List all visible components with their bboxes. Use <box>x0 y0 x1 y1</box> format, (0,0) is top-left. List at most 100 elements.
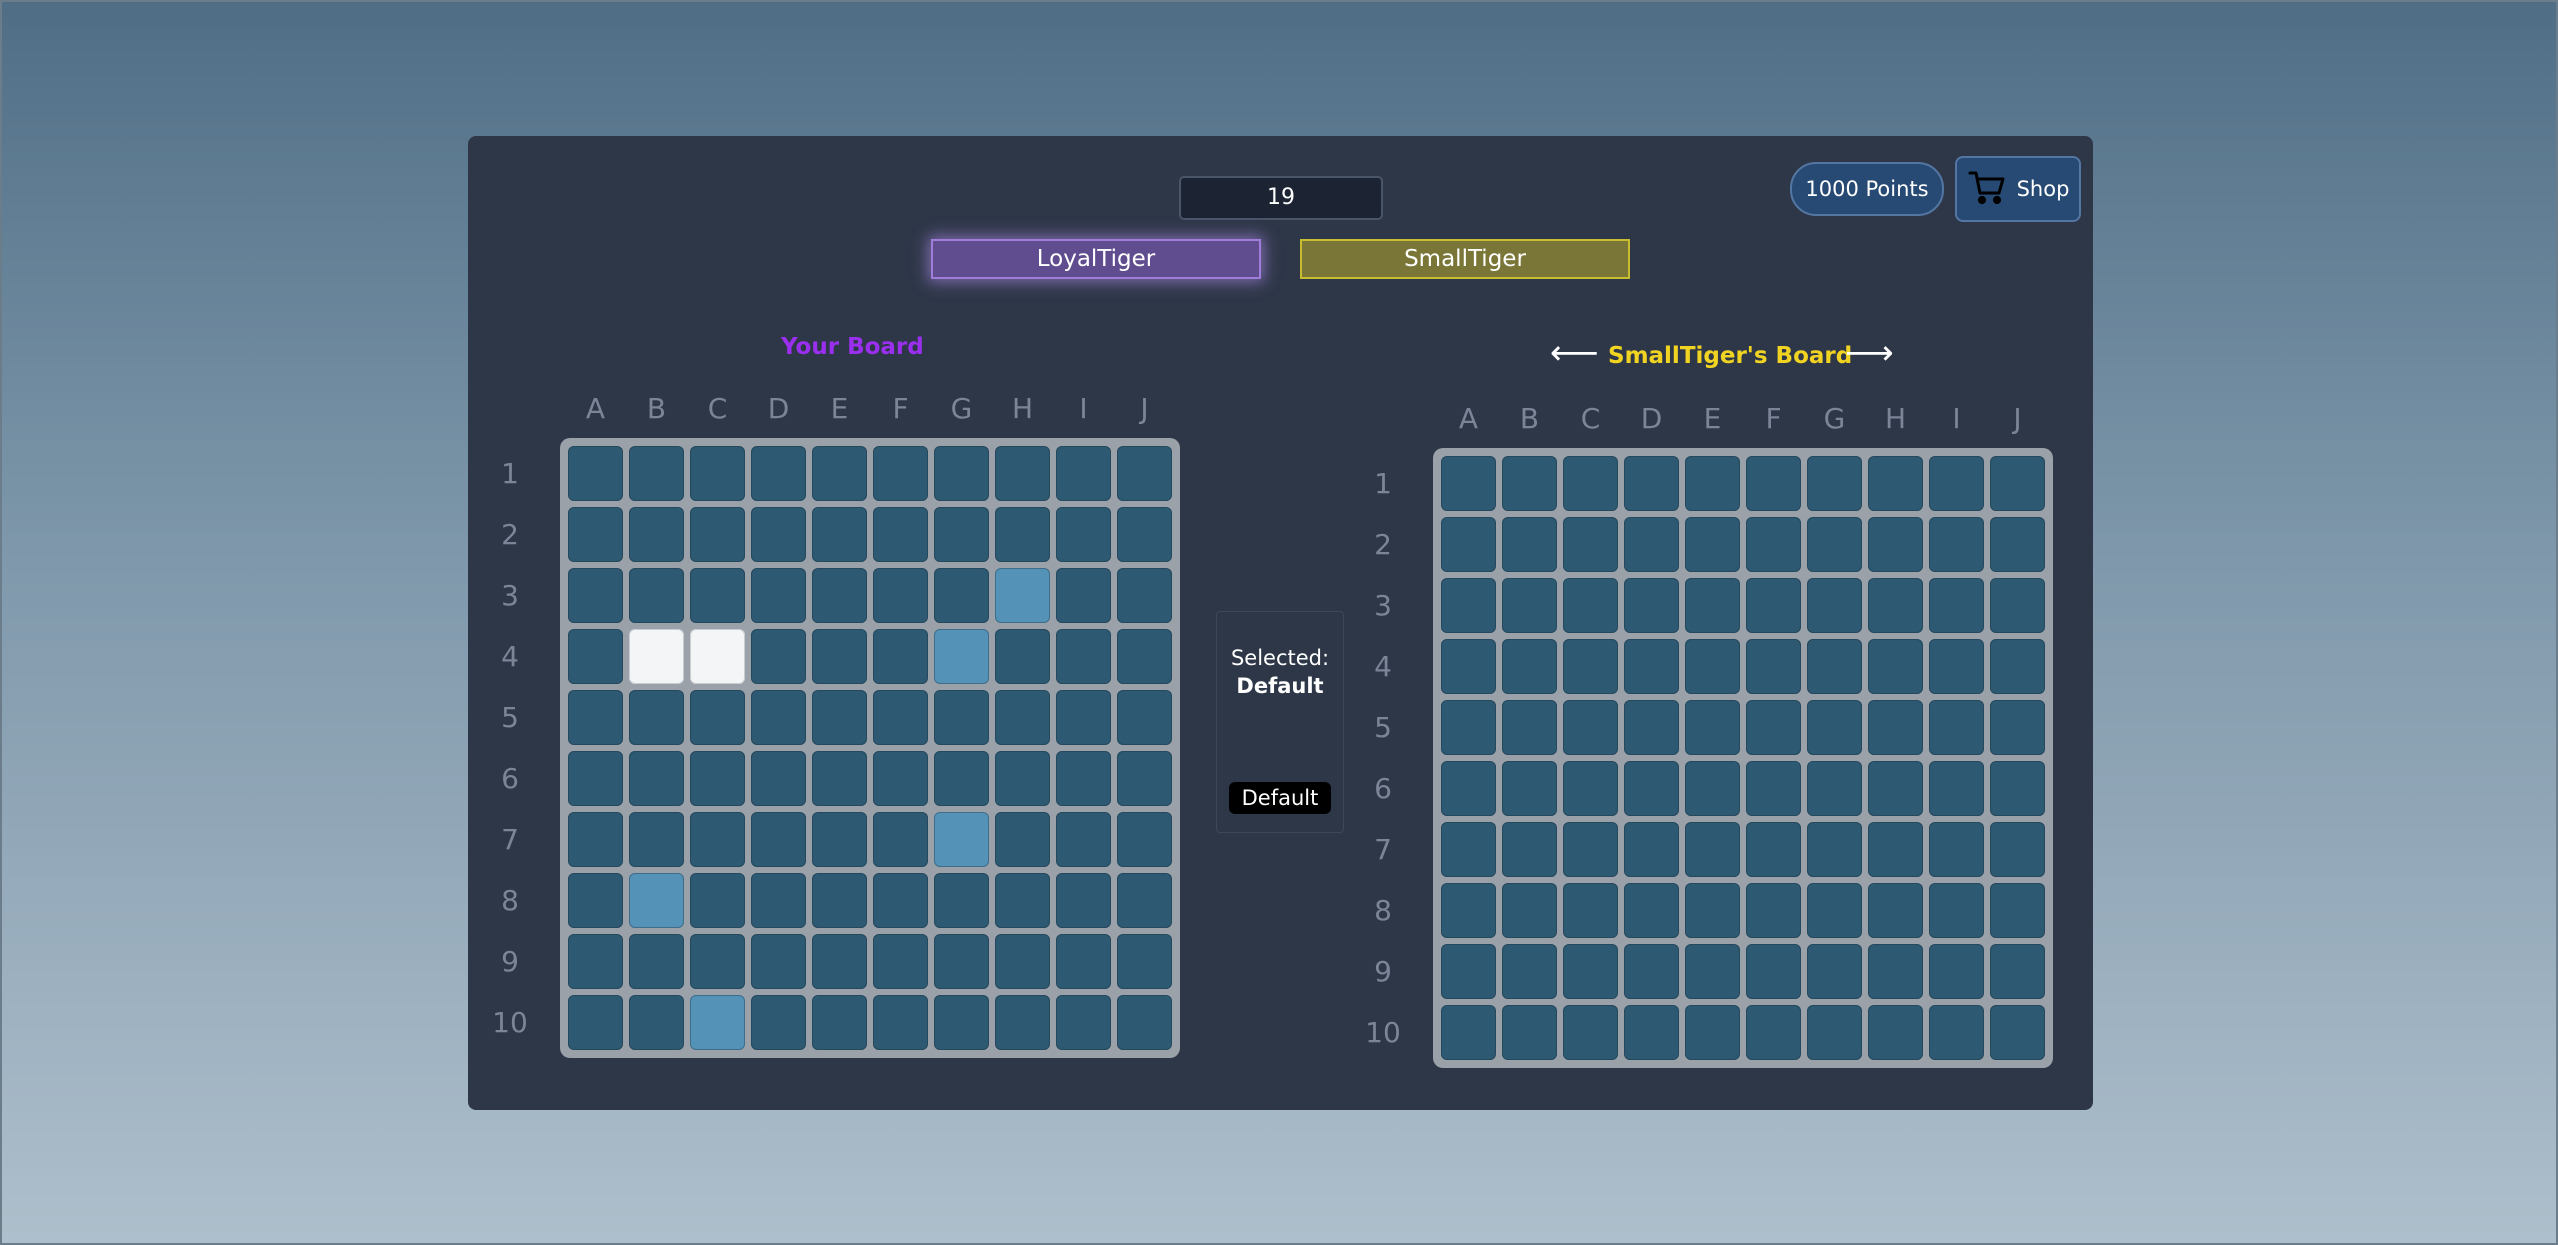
opponent-board-cell-i7[interactable] <box>1929 822 1984 877</box>
opponent-board-cell-g9[interactable] <box>1807 944 1862 999</box>
opponent-board-cell-a7[interactable] <box>1441 822 1496 877</box>
opponent-board-cell-i10[interactable] <box>1929 1005 1984 1060</box>
opponent-board-cell-j4[interactable] <box>1990 639 2045 694</box>
opponent-board-cell-a3[interactable] <box>1441 578 1496 633</box>
opponent-board-cell-j3[interactable] <box>1990 578 2045 633</box>
opponent-board-cell-j7[interactable] <box>1990 822 2045 877</box>
opponent-board-cell-f2[interactable] <box>1746 517 1801 572</box>
opponent-board-cell-h3[interactable] <box>1868 578 1923 633</box>
opponent-board-cell-i2[interactable] <box>1929 517 1984 572</box>
opponent-board-cell-g1[interactable] <box>1807 456 1862 511</box>
opponent-board-cell-a2[interactable] <box>1441 517 1496 572</box>
opponent-board-cell-f4[interactable] <box>1746 639 1801 694</box>
player-tab-opponent[interactable]: SmallTiger <box>1300 239 1630 279</box>
opponent-board-cell-d5[interactable] <box>1624 700 1679 755</box>
opponent-board-cell-e9[interactable] <box>1685 944 1740 999</box>
arrow-right-icon[interactable]: ⟶ <box>1845 336 1894 370</box>
opponent-board-cell-j1[interactable] <box>1990 456 2045 511</box>
opponent-board-cell-i5[interactable] <box>1929 700 1984 755</box>
opponent-board-cell-j6[interactable] <box>1990 761 2045 816</box>
opponent-board-cell-h7[interactable] <box>1868 822 1923 877</box>
opponent-board-cell-a5[interactable] <box>1441 700 1496 755</box>
opponent-board-cell-b5[interactable] <box>1502 700 1557 755</box>
opponent-board-cell-a8[interactable] <box>1441 883 1496 938</box>
opponent-board-cell-h5[interactable] <box>1868 700 1923 755</box>
opponent-board-cell-d9[interactable] <box>1624 944 1679 999</box>
opponent-board-cell-h10[interactable] <box>1868 1005 1923 1060</box>
opponent-board-cell-g4[interactable] <box>1807 639 1862 694</box>
opponent-board-cell-j10[interactable] <box>1990 1005 2045 1060</box>
opponent-board-cell-i9[interactable] <box>1929 944 1984 999</box>
opponent-board-cell-f10[interactable] <box>1746 1005 1801 1060</box>
opponent-board-cell-j8[interactable] <box>1990 883 2045 938</box>
opponent-board-cell-e8[interactable] <box>1685 883 1740 938</box>
opponent-board-cell-f1[interactable] <box>1746 456 1801 511</box>
opponent-board-cell-d4[interactable] <box>1624 639 1679 694</box>
opponent-board-cell-h4[interactable] <box>1868 639 1923 694</box>
opponent-board-cell-c6[interactable] <box>1563 761 1618 816</box>
opponent-board-cell-j5[interactable] <box>1990 700 2045 755</box>
opponent-board-cell-g6[interactable] <box>1807 761 1862 816</box>
opponent-board-cell-c9[interactable] <box>1563 944 1618 999</box>
opponent-board-cell-c8[interactable] <box>1563 883 1618 938</box>
opponent-board-cell-e7[interactable] <box>1685 822 1740 877</box>
opponent-board-cell-c2[interactable] <box>1563 517 1618 572</box>
opponent-board-cell-f3[interactable] <box>1746 578 1801 633</box>
opponent-board-cell-j2[interactable] <box>1990 517 2045 572</box>
arrow-left-icon[interactable]: ⟵ <box>1550 336 1599 370</box>
opponent-board-cell-i3[interactable] <box>1929 578 1984 633</box>
opponent-board-cell-c1[interactable] <box>1563 456 1618 511</box>
opponent-board-cell-h9[interactable] <box>1868 944 1923 999</box>
opponent-board-cell-i4[interactable] <box>1929 639 1984 694</box>
opponent-board-cell-d1[interactable] <box>1624 456 1679 511</box>
opponent-board-cell-b7[interactable] <box>1502 822 1557 877</box>
player-tab-self[interactable]: LoyalTiger <box>931 239 1261 279</box>
opponent-board-cell-g10[interactable] <box>1807 1005 1862 1060</box>
default-skin-button[interactable]: Default <box>1229 782 1331 814</box>
opponent-board-cell-f9[interactable] <box>1746 944 1801 999</box>
opponent-board-cell-f7[interactable] <box>1746 822 1801 877</box>
opponent-board-cell-d7[interactable] <box>1624 822 1679 877</box>
opponent-board-cell-h8[interactable] <box>1868 883 1923 938</box>
opponent-board-cell-g7[interactable] <box>1807 822 1862 877</box>
opponent-board-cell-c7[interactable] <box>1563 822 1618 877</box>
opponent-board-cell-e5[interactable] <box>1685 700 1740 755</box>
opponent-board-cell-i1[interactable] <box>1929 456 1984 511</box>
opponent-board-cell-d10[interactable] <box>1624 1005 1679 1060</box>
opponent-board-cell-g5[interactable] <box>1807 700 1862 755</box>
opponent-board-cell-b10[interactable] <box>1502 1005 1557 1060</box>
shop-button[interactable]: Shop <box>1955 156 2081 222</box>
opponent-board-cell-e3[interactable] <box>1685 578 1740 633</box>
opponent-board-cell-d6[interactable] <box>1624 761 1679 816</box>
opponent-board-cell-g8[interactable] <box>1807 883 1862 938</box>
opponent-board-cell-c4[interactable] <box>1563 639 1618 694</box>
opponent-board-cell-e4[interactable] <box>1685 639 1740 694</box>
opponent-board-cell-d2[interactable] <box>1624 517 1679 572</box>
opponent-board-cell-i6[interactable] <box>1929 761 1984 816</box>
opponent-board-cell-b9[interactable] <box>1502 944 1557 999</box>
opponent-board-cell-f6[interactable] <box>1746 761 1801 816</box>
opponent-board-cell-d8[interactable] <box>1624 883 1679 938</box>
opponent-board-cell-h2[interactable] <box>1868 517 1923 572</box>
opponent-board-cell-b6[interactable] <box>1502 761 1557 816</box>
opponent-board-cell-b2[interactable] <box>1502 517 1557 572</box>
opponent-board-cell-b4[interactable] <box>1502 639 1557 694</box>
opponent-board-cell-b3[interactable] <box>1502 578 1557 633</box>
opponent-board-cell-a1[interactable] <box>1441 456 1496 511</box>
opponent-board-cell-c5[interactable] <box>1563 700 1618 755</box>
opponent-board-cell-a4[interactable] <box>1441 639 1496 694</box>
opponent-board-cell-g3[interactable] <box>1807 578 1862 633</box>
opponent-board-cell-i8[interactable] <box>1929 883 1984 938</box>
opponent-board-cell-h6[interactable] <box>1868 761 1923 816</box>
opponent-board-cell-e1[interactable] <box>1685 456 1740 511</box>
opponent-board-cell-a9[interactable] <box>1441 944 1496 999</box>
opponent-board-cell-f8[interactable] <box>1746 883 1801 938</box>
opponent-board-cell-j9[interactable] <box>1990 944 2045 999</box>
opponent-board-cell-c3[interactable] <box>1563 578 1618 633</box>
opponent-board-cell-a6[interactable] <box>1441 761 1496 816</box>
opponent-board-cell-g2[interactable] <box>1807 517 1862 572</box>
opponent-board-cell-b1[interactable] <box>1502 456 1557 511</box>
opponent-board-cell-d3[interactable] <box>1624 578 1679 633</box>
opponent-board-cell-e10[interactable] <box>1685 1005 1740 1060</box>
opponent-board-cell-a10[interactable] <box>1441 1005 1496 1060</box>
